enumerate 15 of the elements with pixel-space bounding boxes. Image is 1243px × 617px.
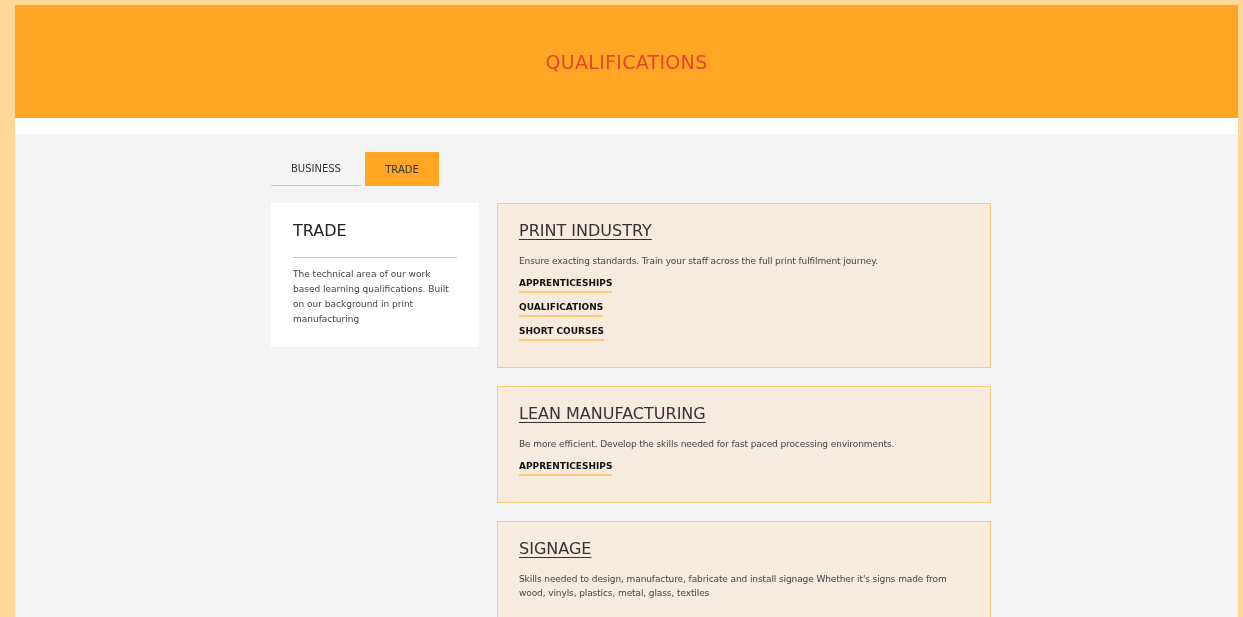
tab[interactable]: BUSINESS	[271, 152, 361, 186]
course-link[interactable]: QUALIFICATIONS	[519, 302, 604, 317]
sector-description: Ensure exacting standards. Train your staff across the full print fulfilment journey.	[519, 255, 879, 268]
sector-title[interactable]: SIGNAGE	[519, 539, 592, 558]
course-link[interactable]: SHORT COURSES	[519, 326, 605, 341]
intro-text: The technical area of our work based learning qualifications. Built on our background in print manufacturing	[293, 268, 450, 326]
course-link[interactable]: APPRENTICESHIPS	[519, 461, 613, 476]
sector-description: Skills needed to design, manufacture, fabricate and install signage Whether it's signs made from wood, vinyls, plastics, metal, glass, textiles	[519, 573, 948, 600]
sector-description: Be more efficient. Develop the skills needed for fast paced processing environments.	[519, 438, 896, 451]
intro-title: TRADE	[293, 221, 457, 258]
sector-title[interactable]: LEAN MANUFACTURING	[519, 404, 706, 423]
sector-title[interactable]: PRINT INDUSTRY	[519, 221, 652, 240]
tab[interactable]: TRADE	[365, 152, 439, 186]
course-link[interactable]: APPRENTICESHIPS	[519, 278, 613, 293]
page-title: QUALIFICATIONS	[545, 50, 708, 73]
